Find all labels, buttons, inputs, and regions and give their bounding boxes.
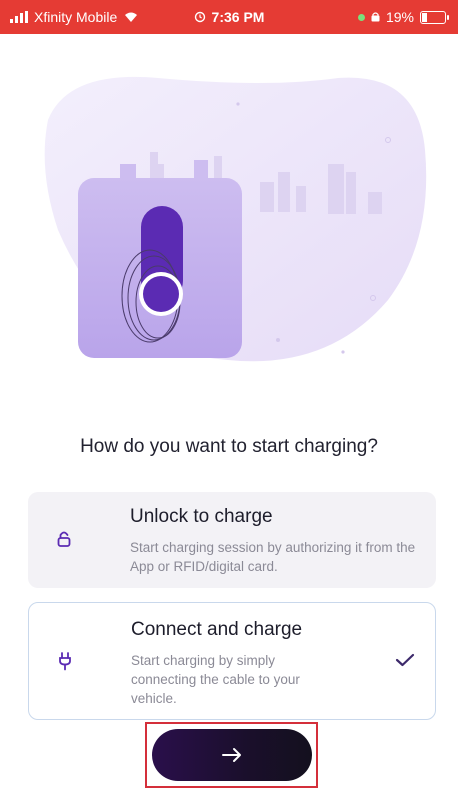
charging-illustration	[44, 76, 427, 362]
next-button[interactable]	[152, 729, 312, 781]
arrow-right-icon	[222, 748, 241, 762]
lock-icon	[57, 531, 71, 547]
option-description: Start charging session by authorizing it…	[130, 540, 416, 574]
option-title: Connect and charge	[131, 619, 303, 640]
location-icon	[357, 13, 365, 21]
alarm-icon	[194, 11, 205, 23]
plug-icon	[59, 652, 71, 671]
status-time: 7:36 PM	[211, 9, 265, 25]
plug-head	[143, 276, 179, 312]
lock-rotation-icon	[371, 12, 380, 22]
battery-icon	[420, 10, 449, 24]
panel-top-right	[194, 160, 208, 180]
battery-percent: 19%	[385, 9, 414, 25]
option-unlock-to-charge[interactable]: Unlock to charge Start charging session …	[28, 492, 436, 588]
option-description: Start charging by simply connecting the …	[131, 653, 300, 706]
option-connect-and-charge[interactable]: Connect and charge Start charging by sim…	[28, 602, 436, 720]
status-bar-right: 19%	[357, 0, 449, 34]
option-title: Unlock to charge	[130, 506, 273, 527]
question-heading: How do you want to start charging?	[80, 436, 378, 457]
status-bar: Xfinity Mobile 7:36 PM 19%	[0, 0, 458, 34]
checkmark-icon	[395, 653, 415, 667]
panel-top-left	[120, 164, 136, 180]
battery-level	[422, 12, 427, 22]
